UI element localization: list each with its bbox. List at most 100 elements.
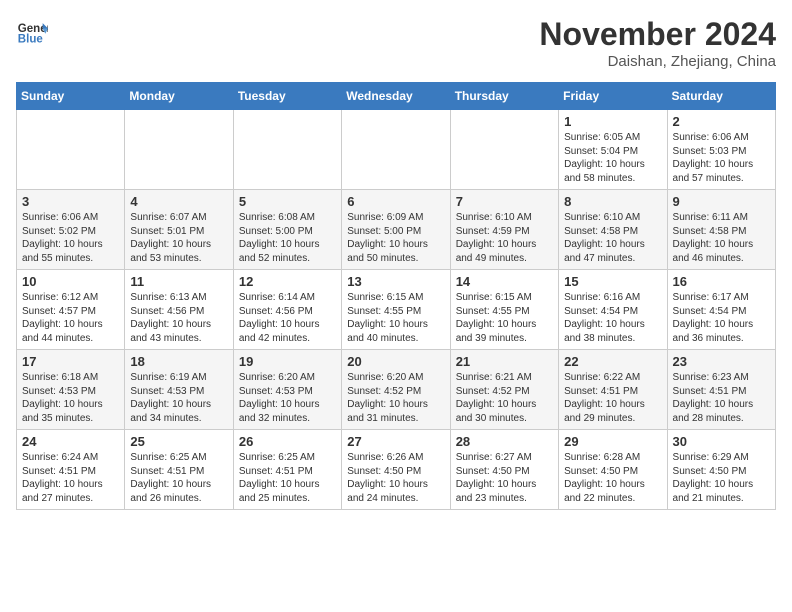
calendar-cell [450,110,558,190]
day-info: Sunrise: 6:28 AM Sunset: 4:50 PM Dayligh… [564,451,661,505]
calendar-cell: 12Sunrise: 6:14 AM Sunset: 4:56 PM Dayli… [233,270,341,350]
day-info: Sunrise: 6:10 AM Sunset: 4:58 PM Dayligh… [564,211,661,265]
day-info: Sunrise: 6:18 AM Sunset: 4:53 PM Dayligh… [22,371,119,425]
calendar-cell: 7 Sunrise: 6:10 AM Sunset: 4:59 PM Daylig… [450,190,558,270]
calendar-week-row: 10 Sunrise: 6:12 AM Sunset: 4:57 PM Dayli… [17,270,776,350]
day-info: Sunrise: 6:09 AM Sunset: 5:00 PM Dayligh… [347,211,444,265]
weekday-header: Tuesday [233,83,341,110]
calendar-cell: 8 Sunrise: 6:10 AM Sunset: 4:58 PM Daylig… [559,190,667,270]
calendar-cell: 21 Sunrise: 6:21 AM Sunset: 4:52 PM Dayli… [450,350,558,430]
calendar-cell: 18 Sunrise: 6:19 AM Sunset: 4:53 PM Dayli… [125,350,233,430]
calendar-table: SundayMondayTuesdayWednesdayThursdayFrid… [16,82,776,510]
calendar-week-row: 3 Sunrise: 6:06 AM Sunset: 5:02 PM Daylig… [17,190,776,270]
day-number: 8 [564,194,661,209]
day-info: Sunrise: 6:26 AM Sunset: 4:50 PM Dayligh… [347,451,444,505]
weekday-header: Saturday [667,83,775,110]
day-info: Sunrise: 6:19 AM Sunset: 4:53 PM Dayligh… [130,371,227,425]
day-number: 25 [130,434,227,449]
calendar-cell: 1Sunrise: 6:05 AM Sunset: 5:04 PM Daylig… [559,110,667,190]
location: Daishan, Zhejiang, China [539,53,776,70]
day-info: Sunrise: 6:15 AM Sunset: 4:55 PM Dayligh… [347,291,444,345]
calendar-cell: 27 Sunrise: 6:26 AM Sunset: 4:50 PM Dayli… [342,430,450,510]
day-number: 15 [564,274,661,289]
calendar-cell: 23Sunrise: 6:23 AM Sunset: 4:51 PM Dayli… [667,350,775,430]
day-number: 19 [239,354,336,369]
day-info: Sunrise: 6:05 AM Sunset: 5:04 PM Dayligh… [564,131,661,185]
day-number: 13 [347,274,444,289]
calendar-cell: 5 Sunrise: 6:08 AM Sunset: 5:00 PM Daylig… [233,190,341,270]
day-number: 21 [456,354,553,369]
calendar-cell: 17 Sunrise: 6:18 AM Sunset: 4:53 PM Dayli… [17,350,125,430]
calendar-cell: 3 Sunrise: 6:06 AM Sunset: 5:02 PM Daylig… [17,190,125,270]
day-info: Sunrise: 6:15 AM Sunset: 4:55 PM Dayligh… [456,291,553,345]
day-number: 28 [456,434,553,449]
day-number: 2 [673,114,770,129]
day-info: Sunrise: 6:10 AM Sunset: 4:59 PM Dayligh… [456,211,553,265]
day-number: 17 [22,354,119,369]
day-number: 30 [673,434,770,449]
day-number: 22 [564,354,661,369]
calendar-cell: 24 Sunrise: 6:24 AM Sunset: 4:51 PM Dayli… [17,430,125,510]
weekday-header: Sunday [17,83,125,110]
weekday-header: Monday [125,83,233,110]
day-info: Sunrise: 6:22 AM Sunset: 4:51 PM Dayligh… [564,371,661,425]
day-number: 27 [347,434,444,449]
day-number: 5 [239,194,336,209]
day-info: Sunrise: 6:25 AM Sunset: 4:51 PM Dayligh… [239,451,336,505]
day-info: Sunrise: 6:25 AM Sunset: 4:51 PM Dayligh… [130,451,227,505]
day-info: Sunrise: 6:13 AM Sunset: 4:56 PM Dayligh… [130,291,227,345]
day-number: 7 [456,194,553,209]
day-number: 11 [130,274,227,289]
calendar-cell: 20 Sunrise: 6:20 AM Sunset: 4:52 PM Dayli… [342,350,450,430]
day-number: 14 [456,274,553,289]
logo: General Blue [16,16,48,48]
day-number: 6 [347,194,444,209]
day-number: 10 [22,274,119,289]
page-header: General Blue November 2024 Daishan, Zhej… [16,16,776,70]
day-number: 3 [22,194,119,209]
calendar-cell: 11 Sunrise: 6:13 AM Sunset: 4:56 PM Dayli… [125,270,233,350]
calendar-cell: 26 Sunrise: 6:25 AM Sunset: 4:51 PM Dayli… [233,430,341,510]
calendar-header: SundayMondayTuesdayWednesdayThursdayFrid… [17,83,776,110]
calendar-week-row: 1Sunrise: 6:05 AM Sunset: 5:04 PM Daylig… [17,110,776,190]
calendar-cell: 2 Sunrise: 6:06 AM Sunset: 5:03 PM Daylig… [667,110,775,190]
day-info: Sunrise: 6:06 AM Sunset: 5:02 PM Dayligh… [22,211,119,265]
calendar-week-row: 17 Sunrise: 6:18 AM Sunset: 4:53 PM Dayli… [17,350,776,430]
calendar-cell [17,110,125,190]
calendar-cell: 19 Sunrise: 6:20 AM Sunset: 4:53 PM Dayli… [233,350,341,430]
day-number: 26 [239,434,336,449]
calendar-cell: 9Sunrise: 6:11 AM Sunset: 4:58 PM Daylig… [667,190,775,270]
calendar-cell: 13 Sunrise: 6:15 AM Sunset: 4:55 PM Dayli… [342,270,450,350]
day-info: Sunrise: 6:24 AM Sunset: 4:51 PM Dayligh… [22,451,119,505]
weekday-header: Friday [559,83,667,110]
calendar-cell: 6 Sunrise: 6:09 AM Sunset: 5:00 PM Daylig… [342,190,450,270]
day-info: Sunrise: 6:14 AM Sunset: 4:56 PM Dayligh… [239,291,336,345]
day-info: Sunrise: 6:12 AM Sunset: 4:57 PM Dayligh… [22,291,119,345]
calendar-cell [233,110,341,190]
day-info: Sunrise: 6:08 AM Sunset: 5:00 PM Dayligh… [239,211,336,265]
day-info: Sunrise: 6:06 AM Sunset: 5:03 PM Dayligh… [673,131,770,185]
calendar-cell: 28Sunrise: 6:27 AM Sunset: 4:50 PM Dayli… [450,430,558,510]
calendar-cell: 16Sunrise: 6:17 AM Sunset: 4:54 PM Dayli… [667,270,775,350]
day-info: Sunrise: 6:16 AM Sunset: 4:54 PM Dayligh… [564,291,661,345]
month-title: November 2024 [539,16,776,53]
calendar-cell: 22 Sunrise: 6:22 AM Sunset: 4:51 PM Dayli… [559,350,667,430]
calendar-cell: 4Sunrise: 6:07 AM Sunset: 5:01 PM Daylig… [125,190,233,270]
day-info: Sunrise: 6:20 AM Sunset: 4:53 PM Dayligh… [239,371,336,425]
calendar-cell [125,110,233,190]
weekday-header: Thursday [450,83,558,110]
day-info: Sunrise: 6:21 AM Sunset: 4:52 PM Dayligh… [456,371,553,425]
day-number: 9 [673,194,770,209]
calendar-cell: 30 Sunrise: 6:29 AM Sunset: 4:50 PM Dayli… [667,430,775,510]
day-number: 18 [130,354,227,369]
day-number: 24 [22,434,119,449]
calendar-week-row: 24 Sunrise: 6:24 AM Sunset: 4:51 PM Dayli… [17,430,776,510]
day-number: 20 [347,354,444,369]
calendar-body: 1Sunrise: 6:05 AM Sunset: 5:04 PM Daylig… [17,110,776,510]
day-number: 23 [673,354,770,369]
day-info: Sunrise: 6:20 AM Sunset: 4:52 PM Dayligh… [347,371,444,425]
calendar-cell: 15 Sunrise: 6:16 AM Sunset: 4:54 PM Dayli… [559,270,667,350]
calendar-cell: 14 Sunrise: 6:15 AM Sunset: 4:55 PM Dayli… [450,270,558,350]
logo-icon: General Blue [16,16,48,48]
day-info: Sunrise: 6:29 AM Sunset: 4:50 PM Dayligh… [673,451,770,505]
